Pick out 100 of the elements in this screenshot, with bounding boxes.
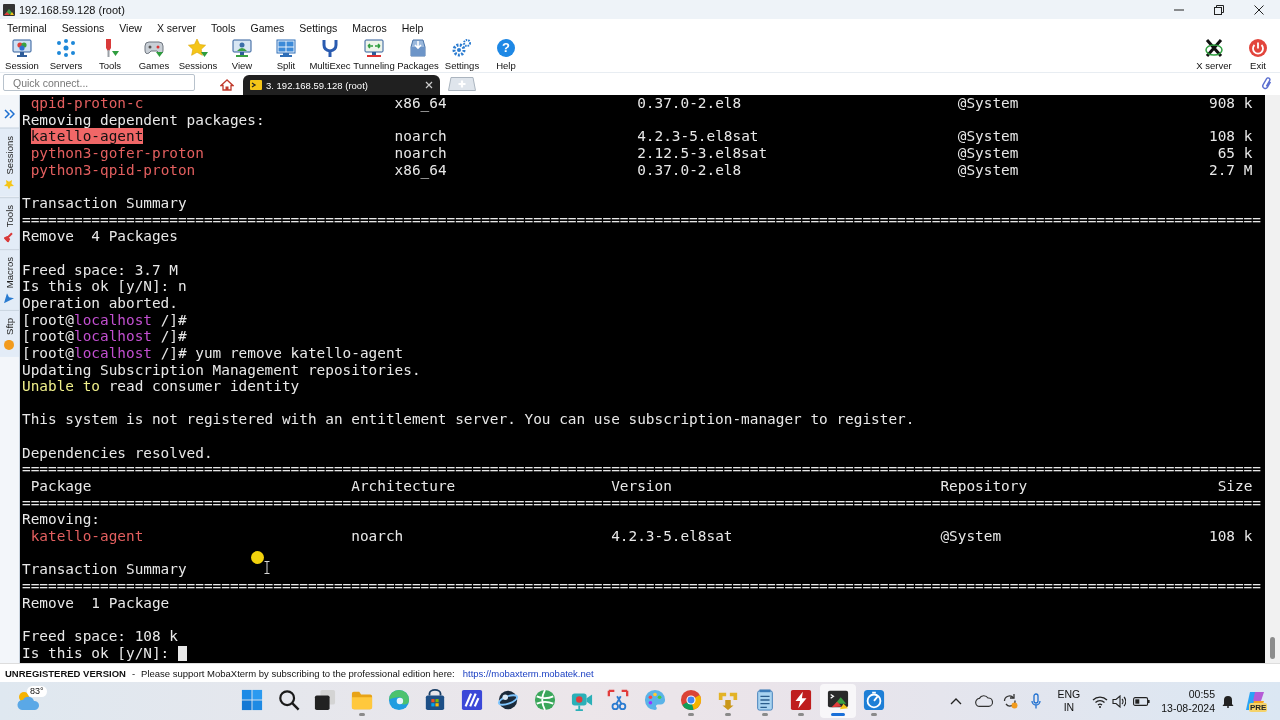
terminal-text: 108 k <box>1209 128 1253 145</box>
toolbar-button[interactable]: X server <box>1192 36 1236 72</box>
wifi-icon[interactable] <box>1092 694 1109 708</box>
terminal-text: Updating Subscription Management repositories. <box>22 361 421 378</box>
terminal-text: Architecture <box>351 478 456 495</box>
temperature-badge: 83° <box>27 686 47 697</box>
scrollbar-thumb[interactable] <box>1270 637 1275 659</box>
sync-icon[interactable] <box>1001 693 1018 709</box>
terminal-text: @System <box>957 95 1019 111</box>
paperclip-icon[interactable] <box>1261 77 1273 91</box>
terminal-text: @System <box>957 128 1019 145</box>
minimize-icon[interactable] <box>1174 8 1184 11</box>
terminal-text: x86_64 <box>394 95 447 111</box>
terminal-text: Removing: <box>22 511 100 528</box>
paper-plane-icon <box>4 292 15 303</box>
terminal-text: [root@ <box>22 328 74 345</box>
sidebar-tab[interactable]: Tools <box>0 196 19 249</box>
toolbar-button[interactable]: Session <box>0 36 44 72</box>
toolbar-button[interactable]: Tools <box>88 36 132 72</box>
menu-item[interactable]: Games <box>250 21 285 34</box>
menu-item[interactable]: Help <box>401 21 424 34</box>
battery-icon[interactable] <box>1133 696 1151 706</box>
highlighted-package-name: katello-agent <box>30 128 144 145</box>
hostname-text: localhost <box>74 311 152 328</box>
toolbar-button[interactable]: MultiExec <box>308 36 352 72</box>
terminal-text: 0.37.0-2.el8 <box>637 95 742 111</box>
sidebar-tab[interactable]: Sessions <box>0 128 19 197</box>
package-name: qpid-proton-c <box>30 95 144 111</box>
toolbar-button[interactable]: Packages <box>396 36 440 72</box>
toolbar-button[interactable]: Tunneling <box>352 36 396 72</box>
terminal-text: Operation aborted. <box>22 294 178 311</box>
terminal-text: Is this ok [y/N]: <box>22 644 170 661</box>
ibeam-pointer-icon <box>264 561 270 574</box>
support-message: Please support MobaXterm by subscribing to the professional edition here: <box>141 667 455 679</box>
terminal-text: /]# yum remove katello-agent <box>160 344 404 361</box>
close-icon[interactable] <box>1254 4 1264 15</box>
toolbar-button[interactable]: Servers <box>44 36 88 72</box>
fork-icon <box>320 39 340 57</box>
toolbar-button[interactable]: Games <box>132 36 176 72</box>
language-text[interactable]: ENG <box>1057 688 1081 701</box>
help-icon: ? <box>497 39 515 57</box>
menu-item[interactable]: Sessions <box>61 21 105 34</box>
terminal-text: Dependencies resolved. <box>22 444 213 461</box>
bell-icon[interactable] <box>1222 694 1234 708</box>
region-text[interactable]: IN <box>1063 701 1075 714</box>
terminal-text: @System <box>957 144 1019 161</box>
terminal-text: noarch <box>351 528 404 545</box>
menu-item[interactable]: Terminal <box>7 21 47 34</box>
sidebar-tab[interactable]: Macros <box>0 248 19 310</box>
menu-item[interactable]: Tools <box>210 21 236 34</box>
monitor-icon <box>232 39 252 57</box>
terminal-icon <box>826 689 849 711</box>
toolbar-button[interactable]: ? Help <box>484 36 528 72</box>
separator-text: - <box>131 667 136 679</box>
equals-line-text: =============================================================================================================================================== <box>22 494 1261 511</box>
scrollbar-track[interactable] <box>1265 95 1280 663</box>
quick-connect-field[interactable]: Quick connect... <box>3 74 195 91</box>
terminal-text: noarch <box>394 144 447 161</box>
toolbar-button[interactable]: Split <box>264 36 308 72</box>
terminal-tab-icon <box>250 80 262 90</box>
task-view-icon <box>314 689 337 711</box>
session-tab[interactable]: 3. 192.168.59.128 (root) <box>243 75 440 95</box>
toolbar-button[interactable]: Settings <box>440 36 484 72</box>
clock-date[interactable]: 13-08-2024 <box>1161 701 1215 715</box>
bolt-tile-icon <box>790 689 813 711</box>
restore-icon[interactable] <box>1214 4 1224 15</box>
menu-item[interactable]: Macros <box>352 21 387 34</box>
toolbar-button[interactable]: Sessions <box>176 36 220 72</box>
click-highlight-icon <box>251 551 264 564</box>
terminal-text: This system is not registered with an entitlement server. You can use subscription-manager to register. <box>22 411 915 428</box>
home-icon <box>220 79 234 91</box>
cloud-icon[interactable] <box>974 695 993 707</box>
terminal-text: @System <box>957 161 1019 178</box>
app-logo-icon <box>3 3 15 16</box>
taskbar-button[interactable] <box>819 684 857 718</box>
menu-item[interactable]: Settings <box>299 21 338 34</box>
microphone-icon[interactable] <box>1030 693 1041 709</box>
sidebar-tab[interactable]: Sftp <box>0 309 19 357</box>
circle-icon <box>4 339 15 350</box>
terminal-text: Remove 1 Package <box>22 594 170 611</box>
terminal-text: Size <box>1217 478 1253 495</box>
star-icon <box>188 39 208 57</box>
terminal-text: 2.12.5-3.el8sat <box>637 144 768 161</box>
clock-time[interactable]: 00:55 <box>1188 687 1215 701</box>
globe-icon <box>534 689 557 711</box>
terminal-text: Removing dependent packages: <box>22 111 265 128</box>
double-chevron-icon[interactable] <box>4 109 15 119</box>
menu-item[interactable]: View <box>119 21 142 34</box>
edition-label: UNREGISTERED VERSION <box>5 667 126 679</box>
terminal-text: [root@ <box>22 344 74 361</box>
menu-item[interactable]: X server <box>156 21 196 34</box>
toolbar-button[interactable]: View <box>220 36 264 72</box>
toolbar-button[interactable]: Exit <box>1236 36 1280 72</box>
start-icon <box>241 689 264 711</box>
ringed-sphere-icon <box>497 689 520 711</box>
speaker-icon[interactable] <box>1112 694 1127 708</box>
website-link[interactable]: https://mobaxterm.mobatek.net <box>462 667 594 679</box>
chevron-up-icon[interactable] <box>949 697 962 705</box>
monitor-icon <box>12 39 32 57</box>
terminal-text: Version <box>611 478 672 495</box>
